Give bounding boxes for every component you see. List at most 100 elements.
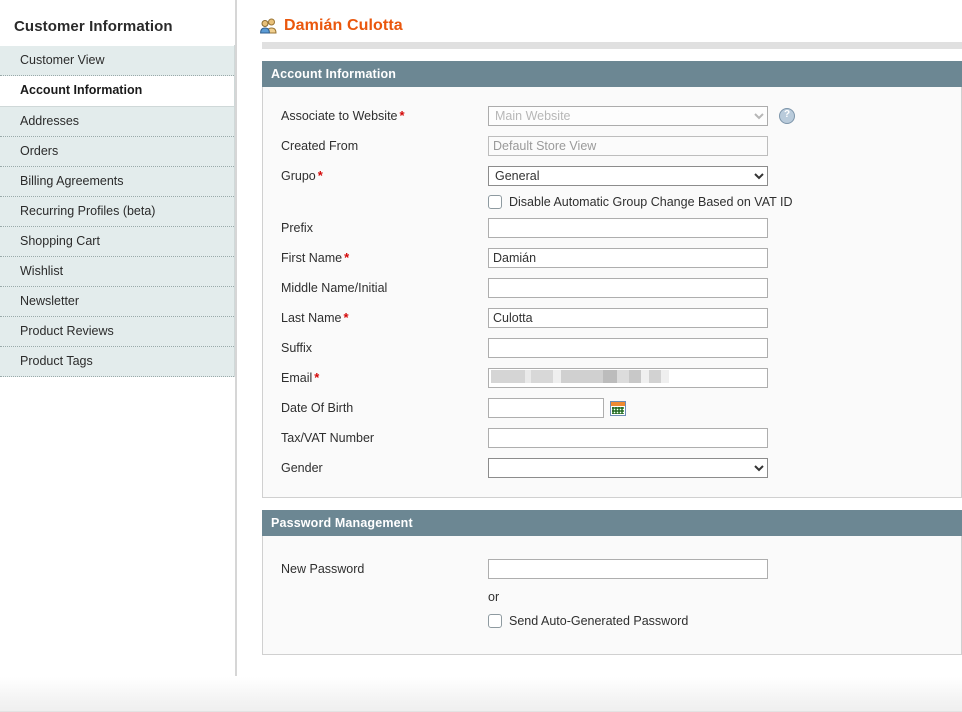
tax-vat-input[interactable] — [488, 428, 768, 448]
middle-name-input[interactable] — [488, 278, 768, 298]
date-of-birth-input[interactable] — [488, 398, 604, 418]
sidebar-item-newsletter[interactable]: Newsletter — [0, 287, 234, 317]
sidebar-item-label: Newsletter — [20, 294, 80, 308]
sidebar-item-label: Wishlist — [20, 264, 64, 278]
auto-generated-password-checkbox[interactable] — [488, 614, 502, 628]
sidebar-item-label: Account Information — [20, 83, 143, 97]
required-marker: * — [314, 370, 320, 385]
field-tax-vat — [488, 428, 768, 448]
sidebar-item-label: Recurring Profiles (beta) — [20, 204, 156, 218]
header-rule — [262, 42, 962, 49]
sidebar-item-label: Product Reviews — [20, 324, 114, 338]
password-management-header: Password Management — [262, 510, 962, 536]
disable-auto-group-label: Disable Automatic Group Change Based on … — [509, 195, 793, 209]
label-prefix: Prefix — [281, 221, 313, 235]
prefix-input[interactable] — [488, 218, 768, 238]
customers-icon — [260, 18, 277, 34]
calendar-icon[interactable] — [610, 400, 626, 416]
suffix-input[interactable] — [488, 338, 768, 358]
account-information-header: Account Information — [262, 61, 962, 87]
label-text: Grupo — [281, 169, 316, 183]
field-grupo: General — [488, 166, 768, 186]
gender-select[interactable] — [488, 458, 768, 478]
sidebar-item-label: Product Tags — [20, 354, 93, 368]
field-suffix — [488, 338, 768, 358]
email-input[interactable] — [488, 368, 768, 388]
sidebar-item-wishlist[interactable]: Wishlist — [0, 257, 234, 287]
label-last-name: Last Name * — [281, 310, 488, 326]
label-email: Email * — [281, 370, 488, 386]
new-password-input[interactable] — [488, 559, 768, 579]
sidebar-item-product-reviews[interactable]: Product Reviews — [0, 317, 234, 347]
label-grupo: Grupo * — [281, 168, 488, 184]
required-marker: * — [343, 310, 349, 325]
sidebar-item-account-information[interactable]: Account Information — [0, 76, 234, 106]
column-divider — [235, 0, 237, 676]
field-row-first-name: First Name * — [263, 243, 961, 273]
field-last-name — [488, 308, 768, 328]
or-separator: or — [488, 590, 500, 604]
required-marker: * — [399, 108, 405, 123]
label-text: Email — [281, 371, 313, 385]
field-prefix — [488, 218, 768, 238]
field-row-tax-vat: Tax/VAT Number — [263, 423, 961, 453]
main-content: Damián Culotta Account Information Assoc… — [245, 0, 962, 655]
field-row-suffix: Suffix — [263, 333, 961, 363]
account-information-section: Account Information Associate to Website… — [262, 61, 962, 498]
password-management-section: Password Management New Password or Send… — [262, 510, 962, 655]
associate-website-select[interactable]: Main Website — [488, 106, 768, 126]
field-row-new-password: New Password — [263, 554, 961, 584]
sidebar-item-billing-agreements[interactable]: Billing Agreements — [0, 167, 234, 197]
field-new-password — [488, 559, 768, 579]
sidebar-item-label: Orders — [20, 144, 59, 158]
sidebar-nav: Customer View Account Information Addres… — [0, 45, 235, 377]
label-associate-website: Associate to Website * — [281, 108, 488, 124]
help-icon[interactable]: ? — [779, 108, 795, 124]
label-new-password: New Password — [281, 562, 365, 576]
grupo-select[interactable]: General — [488, 166, 768, 186]
field-row-gender: Gender — [263, 453, 961, 483]
field-row-email: Email * — [263, 363, 961, 393]
field-row-middle-name: Middle Name/Initial — [263, 273, 961, 303]
page-root: Customer Information Customer View Accou… — [0, 0, 962, 712]
sidebar-item-label: Shopping Cart — [20, 234, 100, 248]
required-marker: * — [317, 168, 323, 183]
field-associate-website: Main Website ? — [488, 106, 795, 126]
auto-generated-password-label: Send Auto-Generated Password — [509, 614, 689, 628]
required-marker: * — [344, 250, 350, 265]
label-gender: Gender — [281, 461, 323, 475]
sidebar-item-shopping-cart[interactable]: Shopping Cart — [0, 227, 234, 257]
field-row-grupo: Grupo * General — [263, 161, 961, 191]
label-text: Last Name — [281, 311, 342, 325]
sidebar-item-label: Customer View — [20, 53, 105, 67]
sidebar-item-addresses[interactable]: Addresses — [0, 106, 234, 137]
label-created-from: Created From — [281, 139, 359, 153]
disable-auto-group-checkbox[interactable] — [488, 195, 502, 209]
sidebar-title: Customer Information — [14, 18, 173, 35]
label-tax-vat: Tax/VAT Number — [281, 431, 375, 445]
label-date-of-birth: Date Of Birth — [281, 401, 354, 415]
label-text: First Name — [281, 251, 343, 265]
label-middle-name: Middle Name/Initial — [281, 281, 388, 295]
sidebar: Customer Information Customer View Accou… — [0, 0, 235, 377]
created-from-input[interactable] — [488, 136, 768, 156]
field-email — [488, 368, 768, 388]
sidebar-item-customer-view[interactable]: Customer View — [0, 45, 234, 76]
auto-generated-password-row: Send Auto-Generated Password — [263, 610, 961, 632]
account-information-body: Associate to Website * Main Website ? Cre… — [262, 87, 962, 498]
field-row-prefix: Prefix — [263, 213, 961, 243]
label-text: Associate to Website — [281, 109, 398, 123]
field-middle-name — [488, 278, 768, 298]
sidebar-item-product-tags[interactable]: Product Tags — [0, 347, 234, 377]
sidebar-item-label: Addresses — [20, 114, 80, 128]
field-row-date-of-birth: Date Of Birth — [263, 393, 961, 423]
last-name-input[interactable] — [488, 308, 768, 328]
field-first-name — [488, 248, 768, 268]
page-footer — [0, 677, 962, 712]
label-first-name: First Name * — [281, 250, 488, 266]
field-row-last-name: Last Name * — [263, 303, 961, 333]
sidebar-item-recurring-profiles[interactable]: Recurring Profiles (beta) — [0, 197, 234, 227]
first-name-input[interactable] — [488, 248, 768, 268]
page-header: Damián Culotta — [245, 0, 962, 35]
sidebar-item-orders[interactable]: Orders — [0, 137, 234, 167]
